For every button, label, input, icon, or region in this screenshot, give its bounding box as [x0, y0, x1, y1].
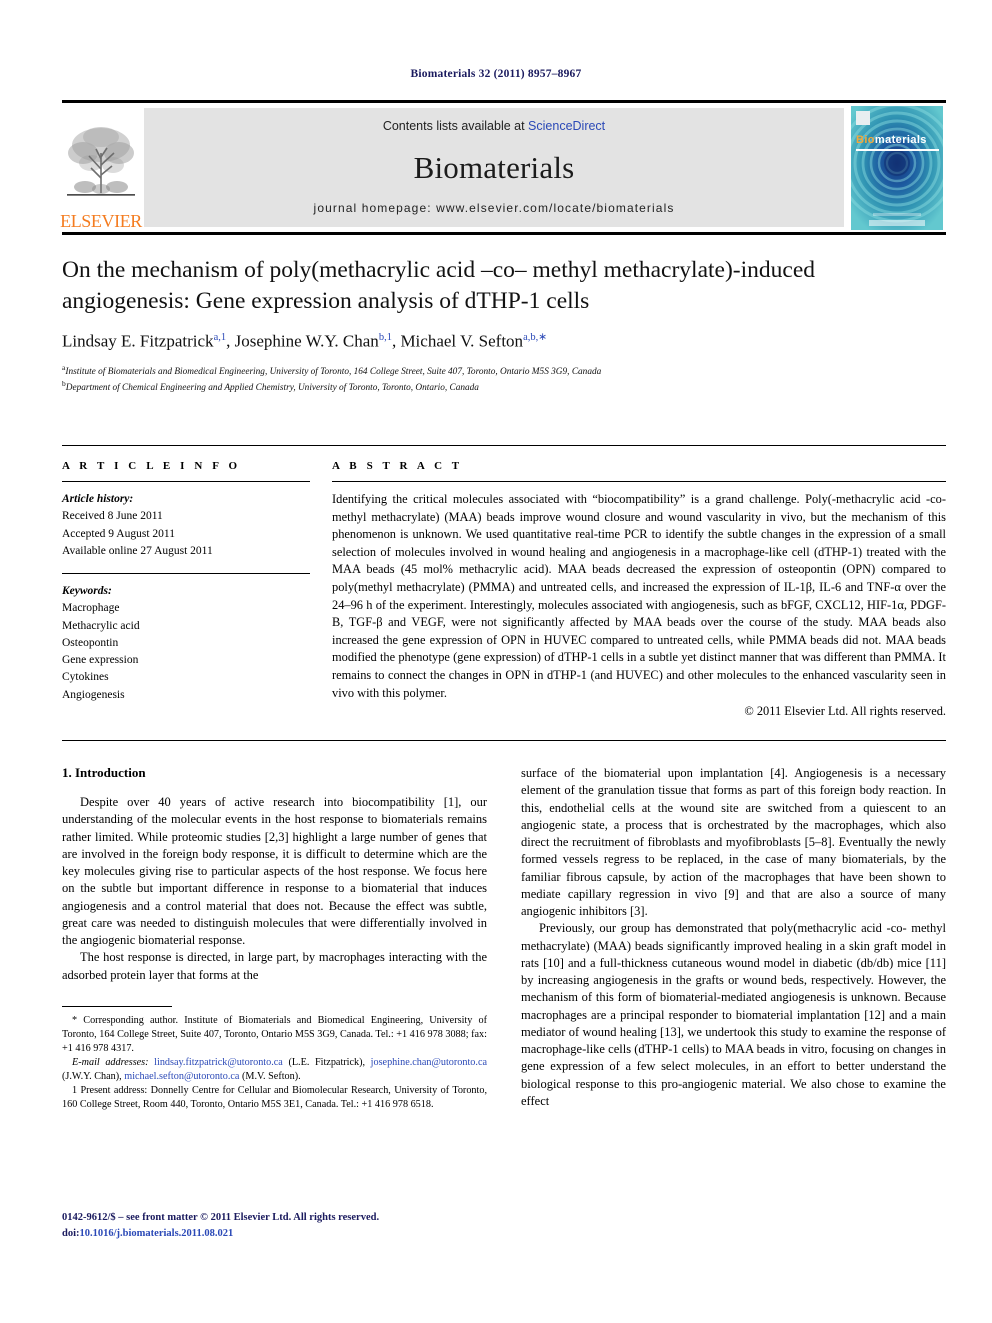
author-marks: a,b,∗: [523, 332, 548, 344]
email-link[interactable]: lindsay.fitzpatrick@utoronto.ca: [154, 1057, 283, 1068]
intro-paragraph-1: Despite over 40 years of active research…: [62, 795, 487, 947]
elsevier-tree-icon: [67, 127, 135, 196]
article-history: Article history: Received 8 June 2011 Ac…: [62, 491, 310, 560]
article-info-heading: A R T I C L E I N F O: [62, 460, 241, 472]
intro-paragraph-3: surface of the biomaterial upon implanta…: [521, 766, 946, 918]
article-info-column: A R T I C L E I N F O Article history: R…: [62, 460, 332, 719]
keyword-item: Angiogenesis: [62, 688, 125, 701]
email-owner: (L.E. Fitzpatrick): [288, 1056, 363, 1068]
intro-paragraph-4: Previously, our group has demonstrated t…: [521, 921, 946, 1108]
contents-line: Contents lists available at ScienceDirec…: [144, 119, 844, 133]
cover-footer-line-2: [873, 212, 921, 216]
band-bottom-divider: [62, 740, 946, 741]
body-columns: 1. Introduction Despite over 40 years of…: [62, 765, 946, 1112]
body-column-left: 1. Introduction Despite over 40 years of…: [62, 765, 487, 1112]
email-owner: (J.W.Y. Chan): [62, 1071, 120, 1083]
journal-title: Biomaterials: [413, 150, 575, 185]
history-received: Received 8 June 2011: [62, 510, 163, 523]
article-history-label: Article history:: [62, 493, 134, 505]
keywords-block: Keywords: Macrophage Methacrylic acid Os…: [62, 583, 310, 704]
abstract-copyright: © 2011 Elsevier Ltd. All rights reserved…: [744, 704, 946, 719]
journal-cover-thumbnail: Biomaterials: [851, 105, 943, 230]
footnote-corresponding-author: * Corresponding author. Institute of Bio…: [62, 1014, 487, 1054]
cover-title: Biomaterials: [856, 134, 927, 146]
abstract-column: A B S T R A C T Identifying the critical…: [332, 460, 946, 719]
author-sep: ,: [226, 331, 235, 351]
abstract-heading: A B S T R A C T: [332, 460, 463, 472]
section-heading-introduction: 1. Introduction: [62, 765, 146, 780]
elsevier-logo: ELSEVIER: [60, 103, 142, 232]
email-owner: (M.V. Sefton): [242, 1071, 299, 1083]
intro-paragraph-2: The host response is directed, in large …: [62, 950, 487, 982]
affiliation-text: Institute of Biomaterials and Biomedical…: [65, 366, 602, 377]
keywords-label: Keywords:: [62, 585, 112, 597]
issn-line: 0142-9612/$ – see front matter © 2011 El…: [62, 1212, 380, 1223]
abstract-text: Identifying the critical molecules assoc…: [332, 492, 946, 700]
elsevier-wordmark: ELSEVIER: [60, 211, 142, 231]
cover-title-bio: Bio: [856, 133, 875, 146]
affiliation-text: Department of Chemical Engineering and A…: [65, 383, 479, 394]
contents-prefix: Contents lists available at: [382, 119, 529, 133]
history-online: Available online 27 August 2011: [62, 544, 213, 557]
email-link[interactable]: michael.sefton@utoronto.ca: [124, 1071, 239, 1082]
body-column-right: surface of the biomaterial upon implanta…: [521, 765, 946, 1112]
affiliation-item: aInstitute of Biomaterials and Biomedica…: [62, 363, 946, 380]
keyword-item: Gene expression: [62, 654, 139, 666]
email-link[interactable]: josephine.chan@utoronto.ca: [371, 1057, 487, 1068]
divider: [332, 481, 946, 482]
masthead-center: Contents lists available at ScienceDirec…: [144, 108, 844, 227]
keyword-item: Osteopontin: [62, 636, 119, 649]
journal-article-page: Biomaterials 32 (2011) 8957–8967 ELSEVIE…: [0, 0, 992, 1323]
divider: [62, 481, 310, 482]
journal-homepage-link[interactable]: journal homepage: www.elsevier.com/locat…: [144, 201, 844, 215]
author-name: Michael V. Sefton: [400, 331, 524, 351]
running-head: Biomaterials 32 (2011) 8957–8967: [410, 68, 582, 80]
history-accepted: Accepted 9 August 2011: [62, 527, 175, 540]
author-list: Lindsay E. Fitzpatricka,1, Josephine W.Y…: [62, 331, 946, 352]
email-label: E-mail addresses:: [72, 1056, 149, 1068]
divider: [62, 573, 310, 574]
sciencedirect-link[interactable]: ScienceDirect: [528, 119, 605, 133]
keyword-item: Cytokines: [62, 671, 109, 684]
doi-line: doi:10.1016/j.biomaterials.2011.08.021: [62, 1226, 487, 1242]
cover-title-materials: materials: [874, 133, 927, 146]
author-marks: a,1: [213, 332, 227, 344]
author-name: Lindsay E. Fitzpatrick: [62, 331, 214, 351]
affiliation-item: bDepartment of Chemical Engineering and …: [62, 379, 946, 396]
affiliation-list: aInstitute of Biomaterials and Biomedica…: [62, 363, 946, 396]
cover-rule: [856, 148, 939, 151]
article-title: On the mechanism of poly(methacrylic aci…: [62, 257, 816, 315]
author-name: Josephine W.Y. Chan: [234, 331, 379, 351]
info-abstract-band: A R T I C L E I N F O Article history: R…: [62, 445, 946, 719]
keyword-item: Macrophage: [62, 602, 120, 615]
journal-masthead: ELSEVIER Contents lists available at Sci…: [60, 100, 946, 235]
cover-publisher-logo-icon: [856, 110, 870, 125]
footnote-emails: E-mail addresses: lindsay.fitzpatrick@ut…: [62, 1056, 487, 1083]
keyword-item: Methacrylic acid: [62, 619, 140, 632]
journal-cover-block: Biomaterials: [848, 103, 946, 232]
doi-prefix: doi:: [62, 1227, 80, 1239]
page-footer: 0142-9612/$ – see front matter © 2011 El…: [62, 1210, 487, 1242]
footnote-divider: [62, 1005, 172, 1007]
author-marks: b,1: [378, 332, 392, 344]
title-block: On the mechanism of poly(methacrylic aci…: [62, 255, 946, 396]
footnote-present-address: 1 Present address: Donnelly Centre for C…: [62, 1085, 487, 1111]
doi-link[interactable]: 10.1016/j.biomaterials.2011.08.021: [80, 1228, 234, 1239]
cover-footer-line-1: [869, 219, 925, 226]
